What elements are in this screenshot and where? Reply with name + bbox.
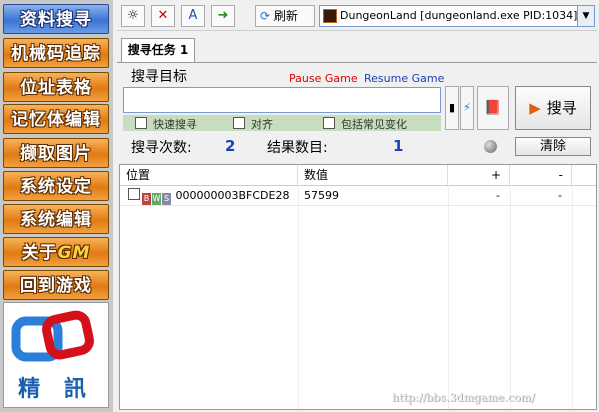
sidebar-item-return-game[interactable]: 回到游戏 — [3, 270, 109, 300]
search-stats: 搜寻次数: 2 结果数目: 1 清除 — [119, 137, 597, 157]
book-icon[interactable]: 📕 — [477, 86, 509, 130]
sidebar-item-system-edit[interactable]: 系统编辑 — [3, 204, 109, 234]
sidebar-item-address-table[interactable]: 位址表格 — [3, 72, 109, 102]
address-cell: BWS 000000003BFCDE28 — [128, 187, 298, 205]
checkbox[interactable] — [233, 117, 245, 129]
delete-icon[interactable]: ✕ — [151, 5, 175, 27]
refresh-icon: ⟳ — [260, 9, 271, 23]
column-divider — [448, 185, 449, 409]
sidebar: 资料搜寻 机械码追踪 位址表格 记忆体编辑 撷取图片 系统设定 系统编辑 关于G… — [0, 0, 113, 412]
option-common-variants[interactable]: 包括常见变化 — [323, 116, 407, 132]
about-label: 关于 — [21, 243, 58, 263]
column-divider — [572, 185, 573, 409]
sidebar-item-data-search[interactable]: 资料搜寻 — [3, 4, 109, 34]
result-count-label: 结果数目: — [267, 140, 328, 156]
sidebar-item-memory-edit[interactable]: 记忆体编辑 — [3, 104, 109, 134]
process-label: DungeonLand [dungeonland.exe PID:1034] — [340, 9, 578, 22]
result-count-value: 1 — [393, 137, 404, 155]
search-target-label: 搜寻目标 — [131, 69, 187, 85]
tab-bar: 搜寻任务 1 — [117, 34, 597, 63]
status-indicator-icon — [484, 140, 497, 153]
option-label: 快速搜寻 — [153, 118, 197, 131]
option-align[interactable]: 对齐 — [233, 116, 273, 132]
column-header-plus[interactable]: + — [448, 165, 510, 185]
save-icon[interactable]: S — [162, 193, 171, 205]
font-icon[interactable]: A — [181, 5, 205, 27]
play-icon: ▶ — [529, 99, 541, 117]
brand-logo-mark — [11, 310, 94, 362]
gm-logo: GM — [57, 243, 91, 263]
results-table: 位置 数值 + - BWS 000000003BFCDE28 57599 - - — [119, 164, 597, 410]
value-cell[interactable]: 57599 — [304, 187, 444, 205]
binary-icon[interactable]: ▮ — [445, 86, 459, 130]
search-count-label: 搜寻次数: — [131, 140, 192, 156]
export-icon[interactable]: ➜ — [211, 5, 235, 27]
game-icon — [323, 9, 337, 23]
tab-search-task-1[interactable]: 搜寻任务 1 — [121, 38, 195, 62]
watch-icon[interactable]: W — [152, 193, 161, 205]
brand-logo: 精 訊 — [3, 302, 109, 408]
column-header-address[interactable]: 位置 — [120, 165, 298, 185]
chevron-down-icon[interactable]: ▼ — [577, 6, 594, 26]
column-header-value[interactable]: 数值 — [298, 165, 448, 185]
pause-game-link[interactable]: Pause Game — [289, 72, 358, 85]
table-header: 位置 数值 + - — [120, 165, 596, 186]
sidebar-item-capture-image[interactable]: 撷取图片 — [3, 138, 109, 168]
table-row[interactable]: BWS 000000003BFCDE28 57599 - - — [120, 187, 596, 206]
address-text: 000000003BFCDE28 — [175, 189, 290, 202]
option-fast-search[interactable]: 快速搜寻 — [135, 116, 197, 132]
search-options: 快速搜寻 对齐 包括常见变化 — [123, 115, 441, 131]
column-divider — [298, 185, 299, 409]
column-divider — [510, 185, 511, 409]
freeze-icon[interactable]: B — [142, 193, 151, 205]
checkbox[interactable] — [323, 117, 335, 129]
toolbar: ☼ ✕ A ➜ ⟳ 刷新 DungeonLand [dungeonland.ex… — [117, 2, 597, 31]
search-button-label: 搜寻 — [546, 99, 577, 117]
sidebar-item-about[interactable]: 关于GM — [3, 237, 109, 267]
refresh-label: 刷新 — [273, 9, 298, 23]
plus-cell[interactable]: - — [448, 187, 500, 205]
clear-button[interactable]: 清除 — [515, 137, 591, 156]
option-label: 对齐 — [251, 118, 273, 131]
search-input[interactable] — [123, 87, 441, 113]
search-button[interactable]: ▶ 搜寻 — [515, 86, 591, 130]
option-label: 包括常见变化 — [341, 118, 407, 131]
row-checkbox[interactable] — [128, 188, 140, 200]
column-header-minus[interactable]: - — [510, 165, 572, 185]
logo-text: 精 訊 — [18, 377, 94, 402]
sun-icon[interactable]: ☼ — [121, 5, 145, 27]
lightning-icon[interactable]: ⚡ — [460, 86, 474, 130]
resume-game-link[interactable]: Resume Game — [364, 72, 444, 85]
watermark: http://bbs.3dmgame.com/ — [392, 391, 535, 404]
checkbox[interactable] — [135, 117, 147, 129]
refresh-button[interactable]: ⟳ 刷新 — [255, 5, 315, 27]
sidebar-item-system-settings[interactable]: 系统设定 — [3, 171, 109, 201]
process-select[interactable]: DungeonLand [dungeonland.exe PID:1034] ▼ — [319, 5, 595, 27]
minus-cell[interactable]: - — [510, 187, 562, 205]
sidebar-item-code-trace[interactable]: 机械码追踪 — [3, 38, 109, 68]
search-count-value: 2 — [225, 137, 236, 155]
